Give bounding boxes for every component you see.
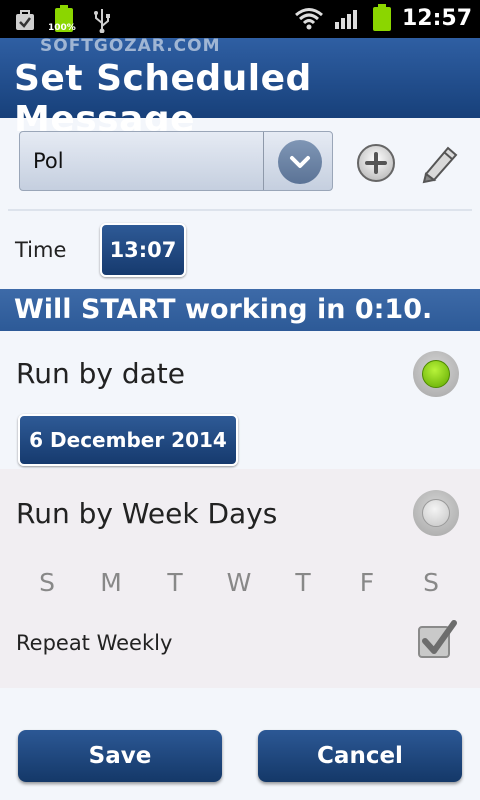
watermark: SOFTGOZAR.COM bbox=[40, 36, 221, 56]
bag-icon bbox=[16, 10, 34, 30]
cancel-button[interactable]: Cancel bbox=[258, 730, 462, 782]
start-banner: Will START working in 0:10. bbox=[0, 289, 480, 331]
status-bar: 100% 12:57 bbox=[0, 0, 480, 38]
battery-icon: 100% bbox=[48, 5, 78, 35]
chevron-down-icon[interactable] bbox=[278, 140, 322, 184]
day-toggle-wednesday[interactable]: W bbox=[222, 568, 256, 597]
day-toggle-saturday[interactable]: S bbox=[414, 568, 448, 597]
contact-value: Pol bbox=[33, 149, 64, 173]
time-label: Time bbox=[15, 238, 67, 262]
start-banner-text: Will START working in 0:10. bbox=[14, 294, 433, 325]
save-button[interactable]: Save bbox=[18, 730, 222, 782]
time-button[interactable]: 13:07 bbox=[100, 223, 186, 277]
repeat-weekly-checkbox[interactable] bbox=[416, 619, 458, 661]
run-by-date-radio[interactable] bbox=[413, 351, 459, 397]
dropdown-divider bbox=[263, 132, 264, 190]
wifi-icon bbox=[295, 8, 323, 30]
run-by-week-radio[interactable] bbox=[413, 490, 459, 536]
page-title: Set Scheduled Message bbox=[14, 58, 312, 140]
radio-unselected-icon bbox=[422, 499, 450, 527]
day-toggle-tuesday[interactable]: T bbox=[158, 568, 192, 597]
day-toggle-sunday[interactable]: S bbox=[30, 568, 64, 597]
repeat-weekly-label: Repeat Weekly bbox=[16, 631, 173, 655]
signal-icon bbox=[334, 10, 357, 29]
usb-icon bbox=[94, 9, 110, 33]
radio-selected-icon bbox=[422, 360, 450, 388]
clock: 12:57 bbox=[401, 5, 472, 31]
week-days-panel: Run by Week Days S M T W T F S Repeat We… bbox=[0, 469, 480, 688]
run-by-week-label: Run by Week Days bbox=[16, 497, 278, 530]
run-by-date-label: Run by date bbox=[16, 357, 185, 390]
contact-dropdown[interactable]: Pol bbox=[19, 131, 333, 191]
section-divider bbox=[8, 209, 472, 211]
battery-icon bbox=[372, 4, 391, 31]
add-icon[interactable] bbox=[356, 143, 396, 183]
day-toggle-thursday[interactable]: T bbox=[286, 568, 320, 597]
day-toggle-friday[interactable]: F bbox=[350, 568, 384, 597]
date-button[interactable]: 6 December 2014 bbox=[18, 414, 238, 466]
day-toggle-monday[interactable]: M bbox=[94, 568, 128, 597]
battery-percent: 100% bbox=[48, 23, 76, 33]
pencil-icon[interactable] bbox=[418, 140, 462, 184]
